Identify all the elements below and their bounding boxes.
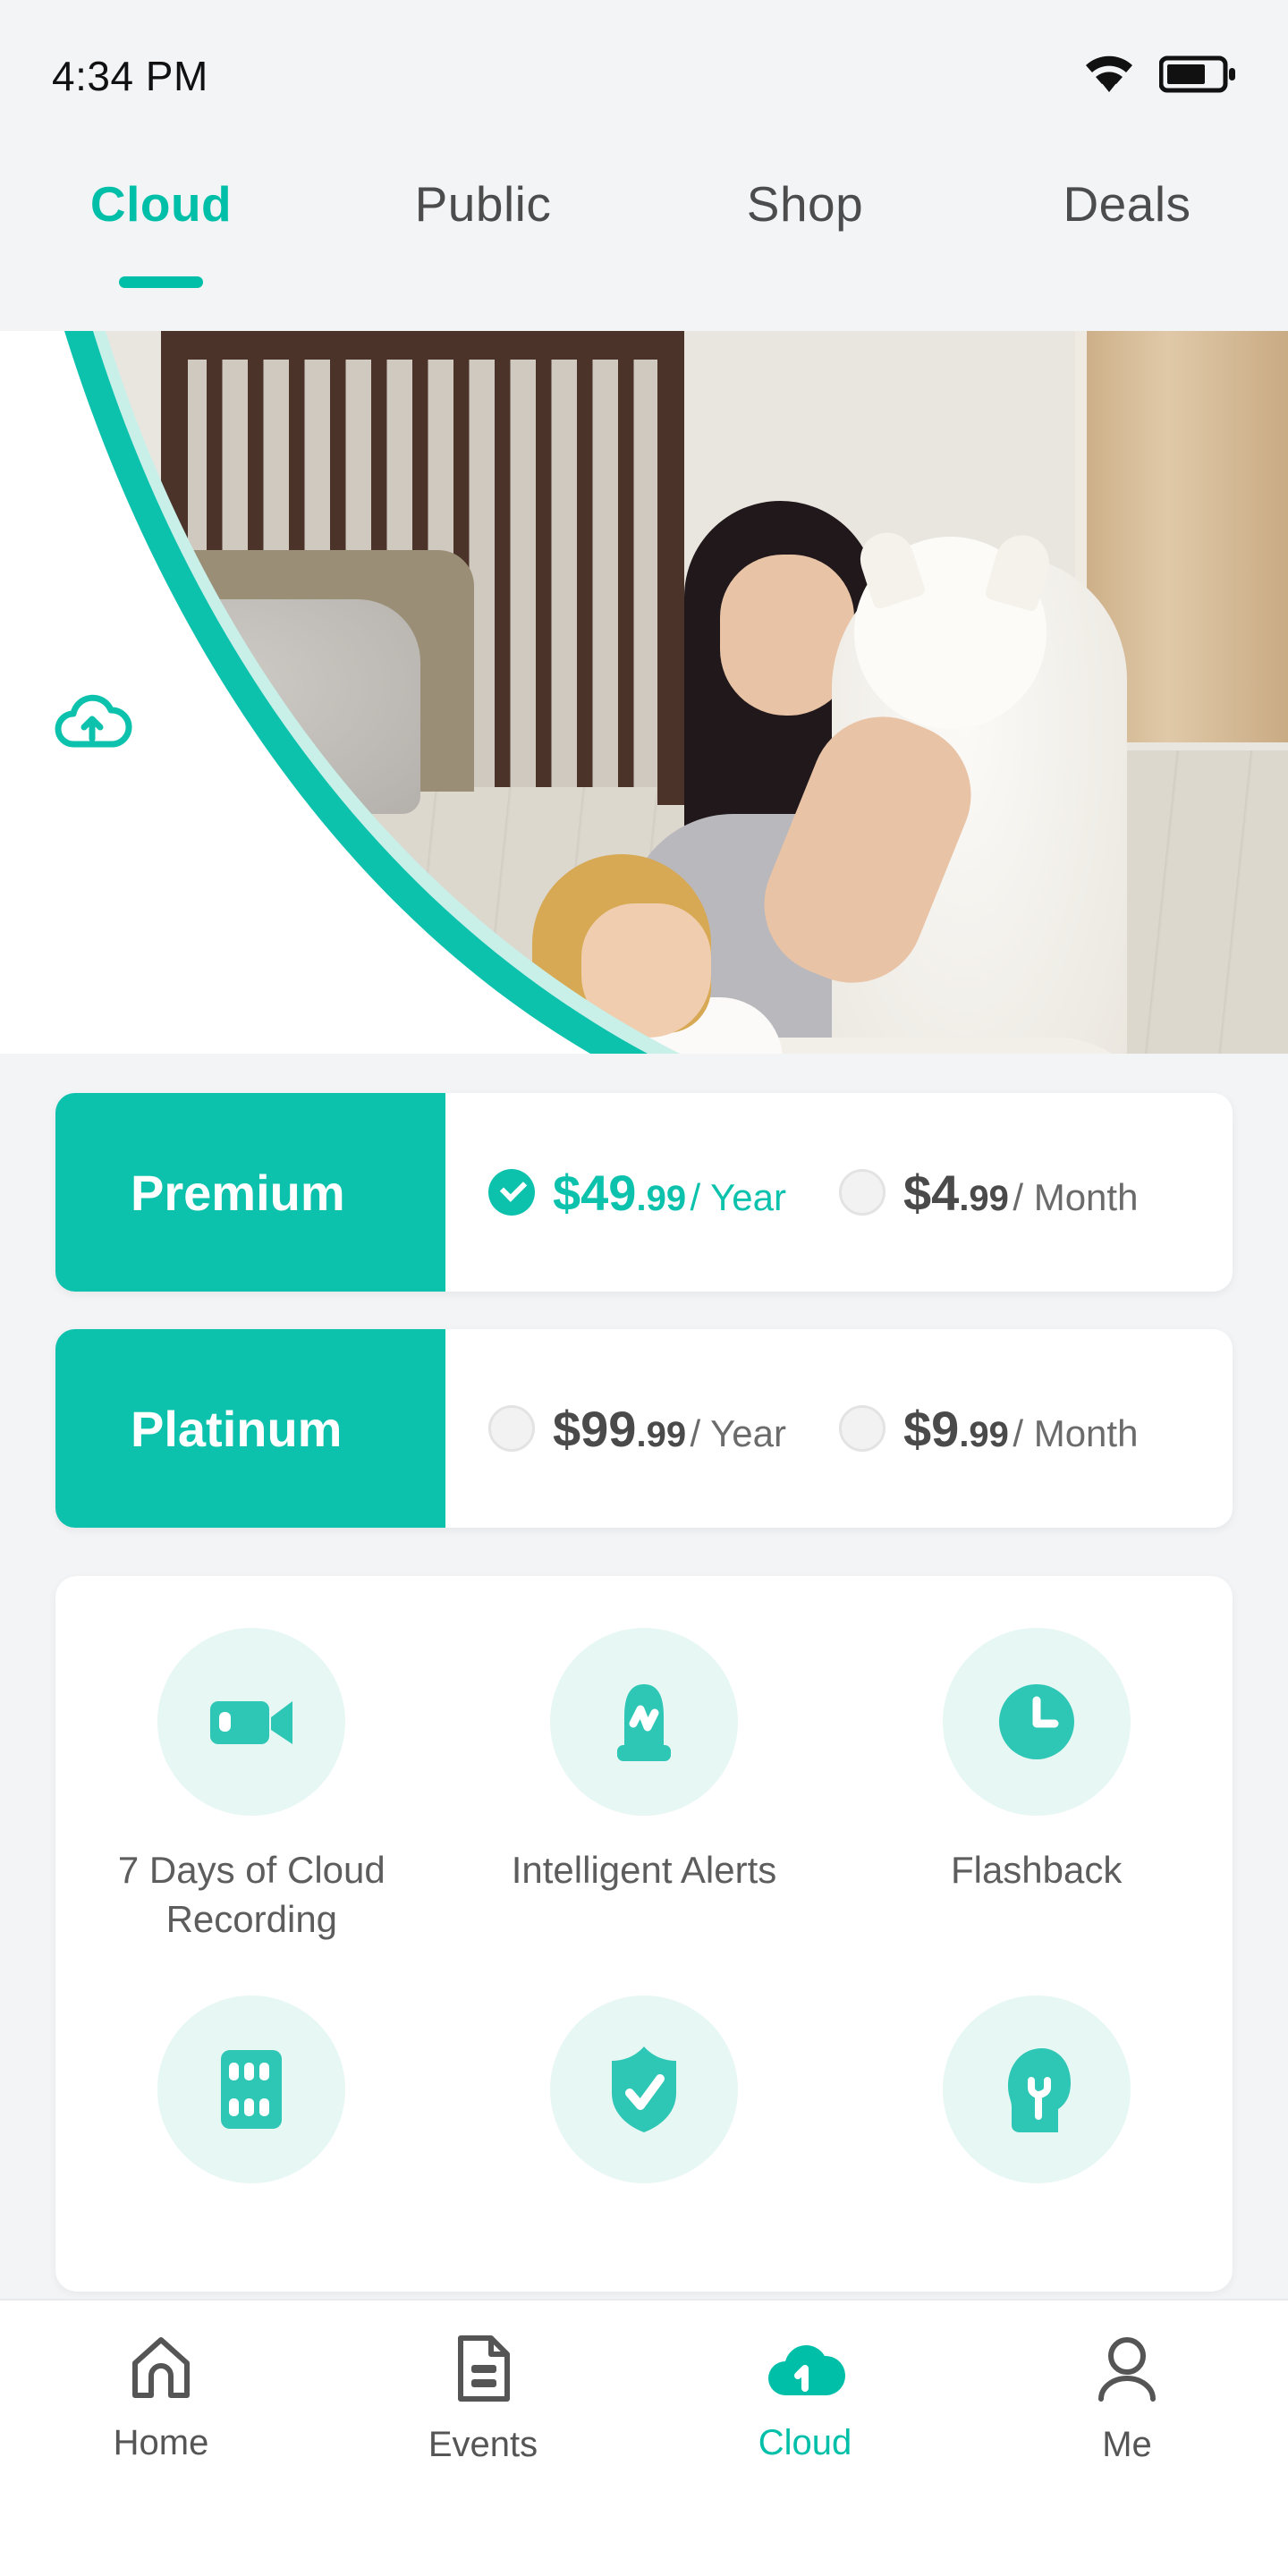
features-row-2 — [55, 1944, 1233, 2214]
plan-badge-premium: Premium — [55, 1093, 445, 1292]
price-major: 99 — [580, 1400, 637, 1457]
radio-platinum-month[interactable] — [839, 1405, 886, 1452]
nav-label-events: Events — [428, 2425, 538, 2464]
app-screen: 4:34 PM Cloud Public Shop Deals Premium … — [0, 0, 1288, 2576]
ai-head-icon — [942, 1996, 1131, 2184]
price-platinum-month: $9.99 / Month — [903, 1400, 1138, 1458]
tab-public-label: Public — [414, 176, 552, 232]
price-minor: .99 — [636, 1414, 687, 1454]
status-bar: 4:34 PM — [0, 0, 1288, 152]
top-tab-bar: Cloud Public Shop Deals — [0, 152, 1288, 331]
nav-label-home: Home — [113, 2423, 209, 2462]
plan-options-premium: $49.99 / Year $4.99 / Month — [445, 1164, 1233, 1222]
plan-name-premium: Premium — [131, 1164, 345, 1221]
price-currency: $ — [553, 1164, 581, 1221]
nav-label-me: Me — [1102, 2425, 1152, 2464]
price-currency: $ — [903, 1164, 932, 1221]
price-major: 4 — [931, 1164, 960, 1221]
wifi-icon — [1084, 55, 1134, 97]
feature-cloud-recording[interactable]: 7 Days of Cloud Recording — [55, 1628, 448, 1944]
nav-item-events[interactable]: Events — [322, 2333, 644, 2465]
price-option-premium-month[interactable]: $4.99 / Month — [821, 1164, 1138, 1222]
person-icon — [1092, 2333, 1162, 2409]
tab-shop[interactable]: Shop — [644, 175, 966, 233]
tab-cloud[interactable]: Cloud — [0, 175, 322, 288]
price-premium-year: $49.99 / Year — [553, 1164, 786, 1222]
plan-row-premium[interactable]: Premium $49.99 / Year $4.99 / Month — [55, 1093, 1233, 1292]
price-period: / Month — [1013, 1411, 1139, 1454]
tab-cloud-label: Cloud — [89, 176, 233, 232]
cloud-icon — [762, 2333, 848, 2407]
radio-premium-month[interactable] — [839, 1169, 886, 1216]
nav-item-me[interactable]: Me — [966, 2333, 1288, 2465]
active-tab-underline — [119, 276, 203, 288]
feature-film-strip[interactable] — [55, 1996, 448, 2214]
cloud-upload-icon — [52, 692, 132, 755]
features-card: 7 Days of Cloud Recording Intelligent Al… — [55, 1576, 1233, 2292]
video-camera-icon — [157, 1628, 346, 1816]
price-platinum-year: $99.99 / Year — [553, 1400, 786, 1458]
price-currency: $ — [903, 1400, 932, 1457]
feature-shield-check[interactable] — [448, 1996, 841, 2214]
price-premium-month: $4.99 / Month — [903, 1164, 1138, 1222]
price-option-premium-year[interactable]: $49.99 / Year — [445, 1164, 821, 1222]
film-strip-icon — [157, 1996, 346, 2184]
radio-premium-year[interactable] — [488, 1169, 535, 1216]
price-period: / Year — [690, 1411, 786, 1454]
price-currency: $ — [553, 1400, 581, 1457]
status-time: 4:34 PM — [52, 53, 208, 99]
feature-label: 7 Days of Cloud Recording — [117, 1849, 386, 1940]
radio-platinum-year[interactable] — [488, 1405, 535, 1452]
price-major: 49 — [580, 1164, 637, 1221]
alert-wave-icon — [550, 1628, 738, 1816]
price-option-platinum-month[interactable]: $9.99 / Month — [821, 1400, 1138, 1458]
feature-intelligent-alerts[interactable]: Intelligent Alerts — [448, 1628, 841, 1944]
feature-ai-head[interactable] — [840, 1996, 1233, 2214]
nav-item-home[interactable]: Home — [0, 2333, 322, 2463]
hero-banner[interactable]: Capture every fun moment with Funlux's C… — [0, 331, 1288, 1054]
tab-deals[interactable]: Deals — [966, 175, 1288, 233]
nav-label-cloud: Cloud — [758, 2423, 852, 2462]
feature-label: Intelligent Alerts — [511, 1849, 777, 1891]
plan-name-platinum: Platinum — [131, 1400, 343, 1457]
features-row-1: 7 Days of Cloud Recording Intelligent Al… — [55, 1576, 1233, 1944]
nav-item-cloud[interactable]: Cloud — [644, 2333, 966, 2463]
plan-options-platinum: $99.99 / Year $9.99 / Month — [445, 1400, 1233, 1458]
shield-check-icon — [550, 1996, 738, 2184]
hero-curve-divider — [0, 331, 1288, 1054]
bottom-navigation-bar: Home Events Cloud Me — [0, 2299, 1288, 2576]
plan-list: Premium $49.99 / Year $4.99 / Month Plat… — [0, 1093, 1288, 1565]
clock-icon — [942, 1628, 1131, 1816]
price-minor: .99 — [959, 1414, 1009, 1454]
document-icon — [452, 2333, 514, 2409]
price-major: 9 — [931, 1400, 960, 1457]
plan-badge-platinum: Platinum — [55, 1329, 445, 1528]
plan-row-platinum[interactable]: Platinum $99.99 / Year $9.99 / Month — [55, 1329, 1233, 1528]
price-period: / Month — [1013, 1175, 1139, 1218]
status-icons — [1084, 55, 1236, 98]
price-period: / Year — [690, 1175, 786, 1218]
tab-shop-label: Shop — [746, 176, 864, 232]
feature-flashback[interactable]: Flashback — [840, 1628, 1233, 1944]
tab-deals-label: Deals — [1063, 176, 1191, 232]
price-minor: .99 — [636, 1178, 687, 1218]
price-minor: .99 — [959, 1178, 1009, 1218]
battery-icon — [1158, 55, 1236, 98]
tab-public[interactable]: Public — [322, 175, 644, 233]
feature-label: Flashback — [950, 1849, 1123, 1891]
home-icon — [126, 2333, 196, 2407]
price-option-platinum-year[interactable]: $99.99 / Year — [445, 1400, 821, 1458]
